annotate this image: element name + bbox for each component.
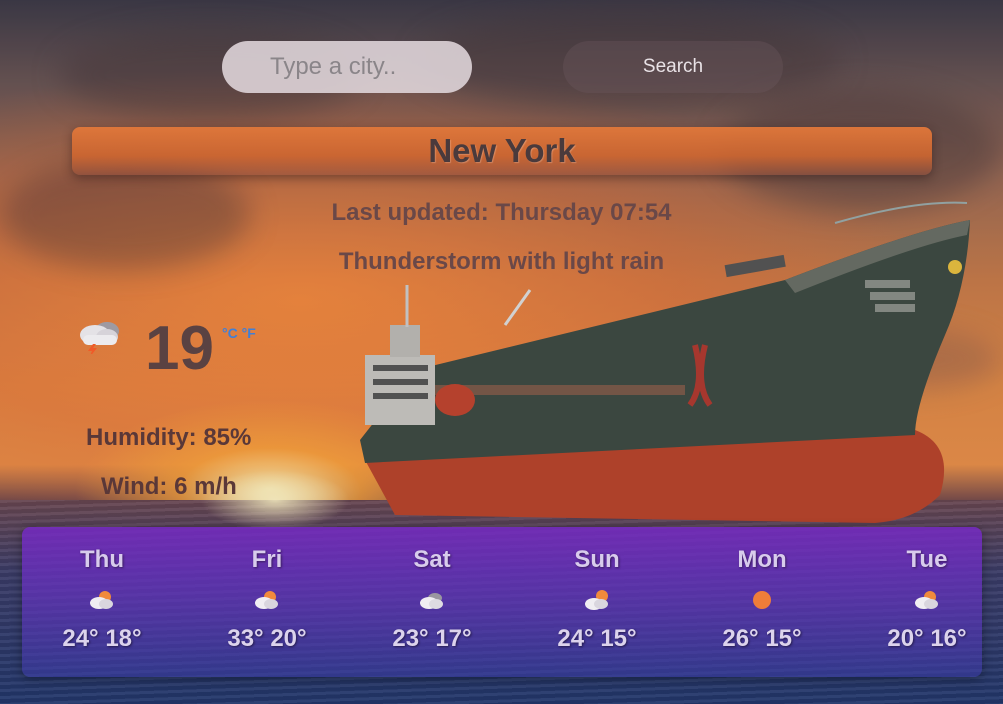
forecast-temps: 24° 15° xyxy=(557,625,637,652)
partly-cloudy-sun-icon xyxy=(90,591,113,609)
forecast-day-name: Sat xyxy=(413,546,451,573)
forecast-day: Sat 23° 17° xyxy=(352,527,512,677)
wind-text: Wind: 6 m/h xyxy=(101,473,237,500)
forecast-day: Thu 24° 18° xyxy=(22,527,182,677)
city-name: New York xyxy=(428,132,576,169)
humidity-text: Humidity: 85% xyxy=(86,424,252,451)
city-search-input[interactable] xyxy=(222,41,472,93)
forecast-temps: 26° 15° xyxy=(722,625,802,652)
cloudy-icon xyxy=(420,593,443,609)
partly-cloudy-sun-icon xyxy=(915,591,938,609)
partly-cloudy-sun-icon xyxy=(585,590,608,610)
thunderstorm-rain-icon xyxy=(80,322,119,354)
forecast-temps: 33° 20° xyxy=(227,625,307,652)
forecast-day-name: Sun xyxy=(574,546,620,573)
forecast-day-name: Thu xyxy=(80,546,124,573)
celsius-link[interactable]: °C xyxy=(222,325,238,341)
unit-toggle: °C °F xyxy=(222,325,256,341)
weather-description: Thunderstorm with light rain xyxy=(338,248,665,275)
forecast-day: Tue 20° 16° xyxy=(847,527,1003,677)
forecast-panel: Thu 24° 18° Fri 33° 20° Sat 23° 17° Sun xyxy=(22,527,982,677)
forecast-day: Sun 24° 15° xyxy=(517,527,677,677)
sun-icon xyxy=(753,591,771,609)
search-button[interactable]: Search xyxy=(563,41,783,93)
forecast-day: Mon 26° 15° xyxy=(682,527,842,677)
forecast-day-name: Mon xyxy=(737,546,787,573)
forecast-day: Fri 33° 20° xyxy=(187,527,347,677)
forecast-day-name: Tue xyxy=(906,546,948,573)
partly-cloudy-sun-icon xyxy=(255,591,278,609)
last-updated-text: Last updated: Thursday 07:54 xyxy=(331,199,672,226)
forecast-temps: 24° 18° xyxy=(62,625,142,652)
forecast-temps: 23° 17° xyxy=(392,625,472,652)
fahrenheit-link[interactable]: °F xyxy=(242,325,256,341)
city-banner: New York xyxy=(72,127,932,175)
current-temperature: 19 xyxy=(145,314,214,383)
forecast-temps: 20° 16° xyxy=(887,625,967,652)
forecast-day-name: Fri xyxy=(251,546,283,573)
